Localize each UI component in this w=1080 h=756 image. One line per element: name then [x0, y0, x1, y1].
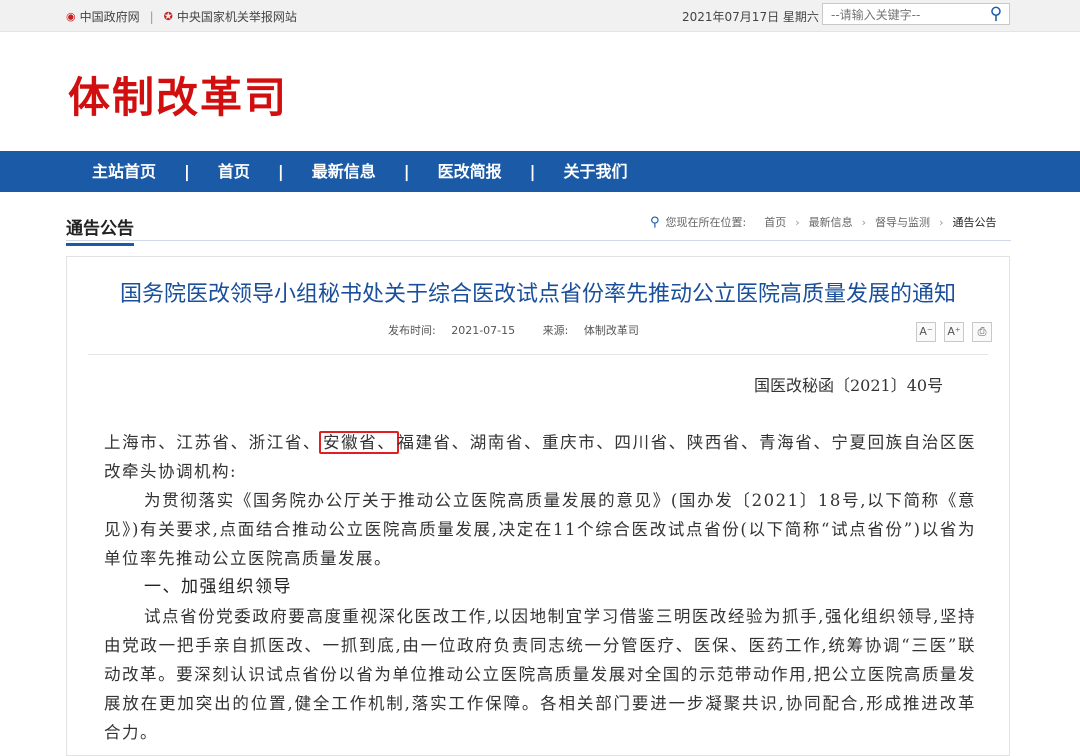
article-body: 上海市、江苏省、浙江省、 安徽省、 福建省、湖南省、重庆市、四川省、陕西省、青海省、…: [104, 428, 976, 747]
site-logo[interactable]: 体制改革司: [68, 64, 288, 125]
breadcrumb-prefix: 您现在所在位置:: [665, 216, 747, 229]
article-meta: 发布时间: 2021-07-15 来源: 体制改革司: [388, 322, 663, 338]
location-pin-icon: ⚲: [650, 214, 660, 230]
source-label: 来源:: [542, 324, 569, 337]
section-title: 通告公告: [66, 214, 134, 246]
chevron-right-icon: ›: [795, 215, 800, 229]
font-decrease-button[interactable]: A⁻: [916, 322, 936, 342]
nav-item-main-home[interactable]: 主站首页: [92, 162, 156, 181]
chevron-right-icon: ›: [861, 215, 867, 229]
nav-item-briefing[interactable]: 医改简报: [438, 162, 502, 181]
article-tools: A⁻ A⁺ ⎙: [908, 322, 992, 342]
font-increase-button[interactable]: A⁺: [944, 322, 964, 342]
search-box: ⚲: [822, 3, 1010, 25]
search-icon[interactable]: ⚲: [985, 3, 1007, 25]
body-paragraph: 试点省份党委政府要高度重视深化医改工作,以因地制宜学习借鉴三明医改经验为抓手,强…: [104, 607, 976, 742]
top-separator: |: [149, 9, 154, 24]
chevron-right-icon: ›: [939, 215, 944, 229]
breadcrumb-supervision[interactable]: 督导与监测: [875, 214, 930, 230]
breadcrumb-home[interactable]: 首页: [764, 214, 786, 230]
top-utility-bar: ◉ 中国政府网 | ✪ 中央国家机关举报网站 2021年07月17日 星期六 ⚲: [0, 0, 1080, 32]
search-input[interactable]: [829, 5, 983, 25]
breadcrumb: ⚲ 您现在所在位置: 首页 › 最新信息 › 督导与监测 › 通告公告: [650, 214, 996, 230]
section-heading: 一、加强组织领导: [144, 577, 292, 597]
breadcrumb-current: 通告公告: [952, 216, 997, 229]
breadcrumb-latest[interactable]: 最新信息: [809, 214, 853, 230]
nav-separator: |: [403, 162, 410, 181]
article-title: 国务院医改领导小组秘书处关于综合医改试点省份率先推动公立医院高质量发展的通知: [119, 282, 956, 307]
section-divider: [66, 240, 1011, 241]
recipients-paragraph: 上海市、江苏省、浙江省、 安徽省、 福建省、湖南省、重庆市、四川省、陕西省、青海省、…: [104, 431, 977, 481]
highlighted-province: 安徽省、: [319, 431, 400, 454]
article-divider: [88, 354, 988, 355]
emblem-icon: ◉: [66, 10, 76, 23]
gov-site-link[interactable]: 中国政府网: [80, 8, 140, 25]
nav-item-home[interactable]: 首页: [218, 162, 250, 181]
print-icon[interactable]: ⎙: [972, 322, 992, 342]
source-value: 体制改革司: [583, 324, 639, 337]
publish-label: 发布时间:: [388, 324, 436, 337]
report-site-link[interactable]: 中央国家机关举报网站: [177, 8, 297, 25]
document-number: 国医改秘函〔2021〕40号: [754, 376, 944, 395]
current-date: 2021年07月17日 星期六: [682, 10, 819, 24]
report-icon: ✪: [163, 10, 173, 23]
nav-separator: |: [277, 162, 284, 181]
main-nav: 主站首页 | 首页 | 最新信息 | 医改简报 | 关于我们: [0, 151, 1080, 192]
top-links: ◉ 中国政府网 | ✪ 中央国家机关举报网站: [66, 8, 297, 25]
nav-separator: |: [529, 162, 536, 181]
nav-item-latest[interactable]: 最新信息: [312, 162, 376, 181]
nav-separator: |: [184, 162, 190, 181]
publish-date: 2021-07-15: [451, 324, 516, 337]
nav-item-about[interactable]: 关于我们: [563, 162, 627, 181]
body-paragraph: 为贯彻落实《国务院办公厅关于推动公立医院高质量发展的意见》(国办发〔2021〕1…: [104, 491, 976, 568]
